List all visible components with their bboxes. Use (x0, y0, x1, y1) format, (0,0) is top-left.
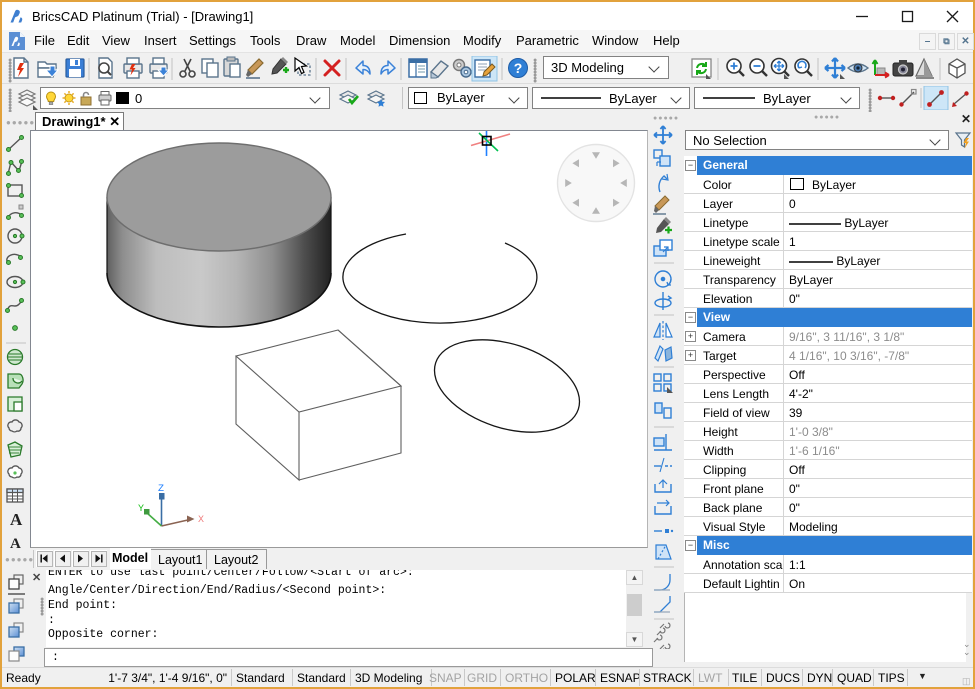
svg-text:?: ? (514, 60, 523, 76)
svg-text:Z: Z (158, 484, 164, 495)
svg-text:X: X (198, 515, 204, 526)
svg-text:A: A (10, 510, 23, 529)
svg-text:Y: Y (138, 504, 144, 515)
svg-text:0: 0 (135, 91, 142, 106)
